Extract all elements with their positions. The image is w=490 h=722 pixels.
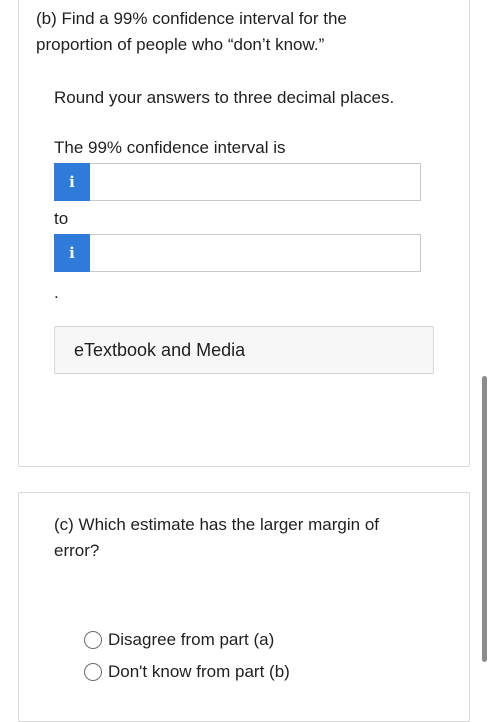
lower-bound-field: i [54,163,421,201]
part-c-question-line-2: error? [54,541,100,560]
etextbook-media-button[interactable]: eTextbook and Media [54,326,434,374]
trailing-period: . [54,283,59,302]
option-label: Don't know from part (b) [108,662,290,681]
info-icon[interactable]: i [54,234,90,272]
part-c-question-line-1: (c) Which estimate has the larger margin… [54,515,380,534]
option-dont-know-part-b[interactable]: Don't know from part (b) [84,662,290,682]
to-label: to [54,209,69,228]
option-disagree-part-a[interactable]: Disagree from part (a) [84,630,274,650]
info-icon[interactable]: i [54,163,90,201]
radio-button[interactable] [84,631,102,649]
interval-label: The 99% confidence interval is [54,138,286,157]
upper-bound-field: i [54,234,421,272]
option-label: Disagree from part (a) [108,630,275,649]
scrollbar-thumb[interactable] [482,376,487,662]
radio-button[interactable] [84,663,102,681]
part-b-question-line-2: proportion of people who “don’t know.” [36,35,325,54]
part-b-question-line-1: (b) Find a 99% confidence interval for t… [36,9,347,28]
upper-bound-input[interactable] [90,234,421,272]
rounding-instruction: Round your answers to three decimal plac… [54,88,395,107]
lower-bound-input[interactable] [90,163,421,201]
